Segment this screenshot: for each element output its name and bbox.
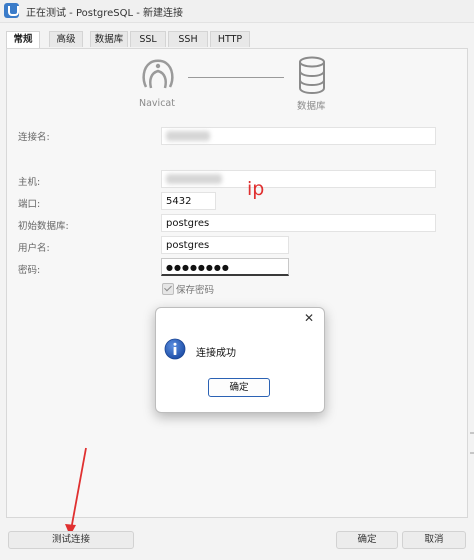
username-label: 用户名: bbox=[18, 243, 50, 254]
port-label: 端口: bbox=[18, 199, 41, 210]
dialog-message: 连接成功 bbox=[196, 348, 236, 359]
connection-name-label: 连接名: bbox=[18, 132, 50, 143]
password-label: 密码: bbox=[18, 265, 41, 276]
dialog-ok-button[interactable]: 确定 bbox=[208, 378, 270, 397]
initial-database-label: 初始数据库: bbox=[18, 221, 69, 232]
red-arrow-annotation bbox=[65, 447, 87, 536]
navicat-caption: Navicat bbox=[139, 98, 175, 109]
window-title: 正在测试 - PostgreSQL - 新建连接 bbox=[26, 8, 184, 19]
app-logo-icon bbox=[4, 3, 19, 18]
username-input[interactable]: postgres bbox=[161, 236, 289, 254]
database-caption: 数据库 bbox=[297, 101, 326, 112]
host-input[interactable] bbox=[161, 170, 436, 188]
redacted-connection-name bbox=[166, 131, 210, 141]
save-password-checkbox[interactable] bbox=[162, 283, 174, 295]
host-label: 主机: bbox=[18, 177, 41, 188]
initial-database-input[interactable]: postgres bbox=[161, 214, 436, 232]
connection-line bbox=[188, 77, 284, 78]
ok-button[interactable]: 确定 bbox=[336, 531, 398, 549]
window-edge-mark bbox=[470, 452, 474, 454]
redacted-host bbox=[166, 174, 222, 184]
tab-ssh[interactable]: SSH bbox=[168, 31, 208, 47]
title-bar: 正在测试 - PostgreSQL - 新建连接 bbox=[0, 0, 474, 23]
tab-general[interactable]: 常规 bbox=[6, 31, 40, 49]
info-icon bbox=[164, 338, 186, 360]
tab-database[interactable]: 数据库 bbox=[90, 31, 128, 47]
close-icon[interactable]: ✕ bbox=[304, 311, 314, 325]
tab-advanced[interactable]: 高级 bbox=[49, 31, 83, 47]
navicat-icon bbox=[142, 59, 174, 89]
port-input[interactable]: 5432 bbox=[161, 192, 216, 210]
cancel-button[interactable]: 取消 bbox=[402, 531, 466, 549]
tab-ssl[interactable]: SSL bbox=[130, 31, 166, 47]
password-input[interactable]: ●●●●●●●● bbox=[161, 258, 289, 276]
ip-annotation: ip bbox=[247, 178, 265, 200]
success-dialog: ✕ 连接成功 确定 bbox=[155, 307, 325, 413]
test-connection-button[interactable]: 测试连接 bbox=[8, 531, 134, 549]
tab-http[interactable]: HTTP bbox=[210, 31, 250, 47]
window-edge-mark bbox=[470, 432, 474, 434]
connection-name-input[interactable] bbox=[161, 127, 436, 145]
database-icon bbox=[299, 56, 325, 95]
save-password-label: 保存密码 bbox=[176, 285, 215, 296]
